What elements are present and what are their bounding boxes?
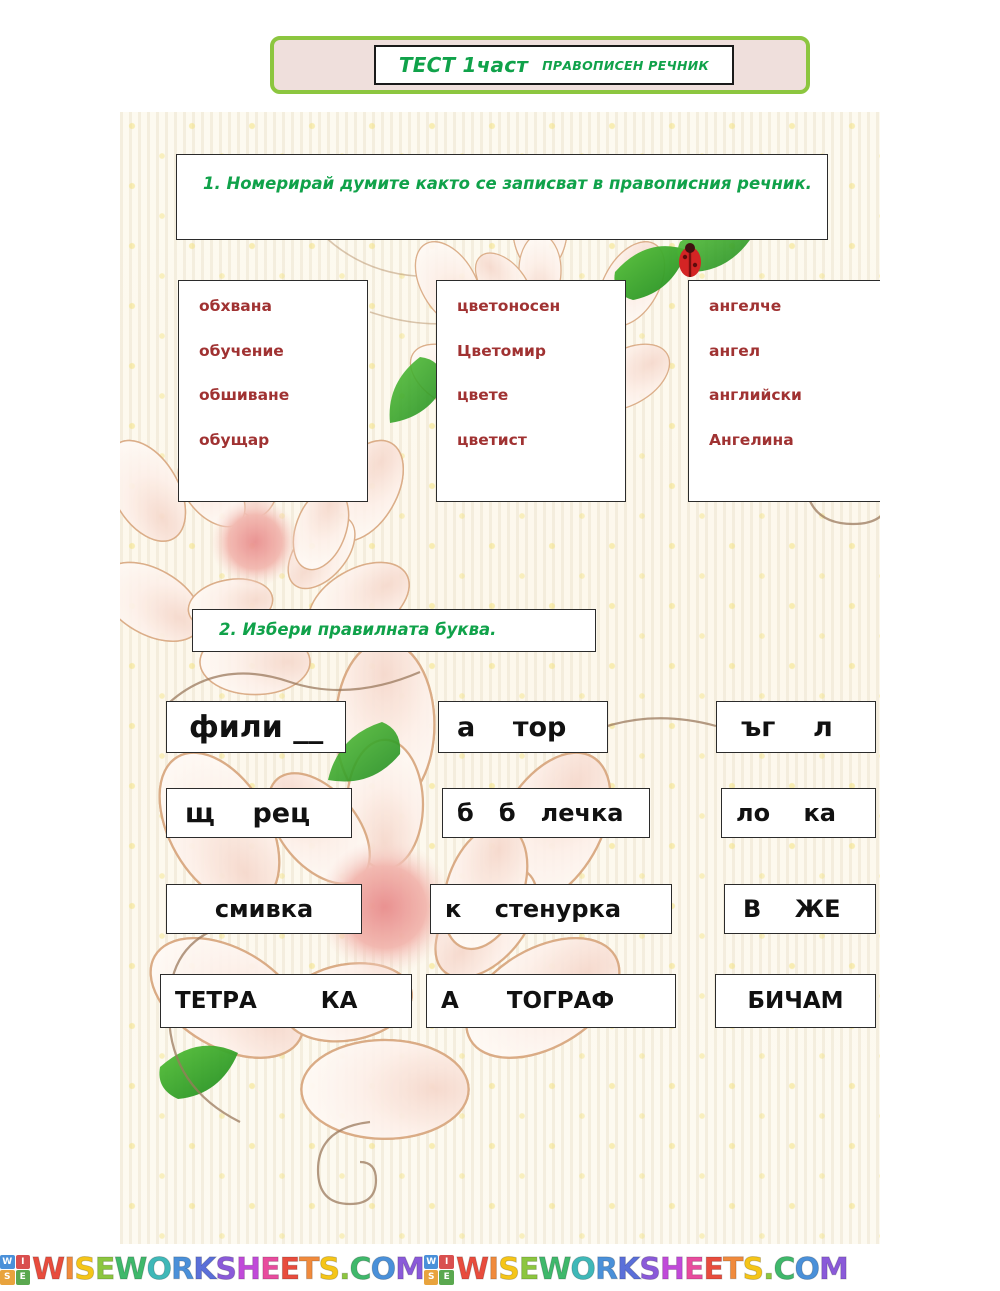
word-item[interactable]: английски bbox=[709, 387, 880, 404]
answer-box-r3c3[interactable]: В ЖЕ bbox=[724, 884, 876, 934]
page-title: ТЕСТ 1част bbox=[398, 53, 529, 77]
watermark-instance-2: W I S E WISEWORKSHEETS.COM bbox=[423, 1251, 849, 1287]
exercise-2-instruction-text: 2. Избери правилната буква. bbox=[219, 620, 497, 639]
exercise-1-instruction-box: 1. Номерирай думите както се записват в … bbox=[176, 154, 828, 240]
exercise-2-instruction-box: 2. Избери правилната буква. bbox=[192, 609, 596, 652]
logo-letter-s: S bbox=[423, 1270, 439, 1285]
word-column-3: ангелче ангел английски Ангелина bbox=[688, 280, 880, 502]
word-item[interactable]: обшиване bbox=[199, 387, 367, 404]
answer-box-r3c2[interactable]: к стенурка bbox=[430, 884, 672, 934]
header-title-plate: ТЕСТ 1част ПРАВОПИСЕН РЕЧНИК bbox=[374, 45, 734, 85]
answer-box-r2c3[interactable]: ло ка bbox=[721, 788, 876, 838]
answer-box-r4c3[interactable]: БИЧАМ bbox=[715, 974, 876, 1028]
word-item[interactable]: ангел bbox=[709, 343, 880, 360]
answer-box-r3c1[interactable]: смивка bbox=[166, 884, 362, 934]
logo-letter-w: W bbox=[423, 1254, 439, 1269]
watermark-text-1: WISEWORKSHEETS.COM bbox=[31, 1251, 425, 1287]
word-item[interactable]: цветист bbox=[457, 432, 625, 449]
word-column-2: цветоносен Цветомир цвете цветист bbox=[436, 280, 626, 502]
answer-box-r4c1[interactable]: ТЕТРА КА bbox=[160, 974, 412, 1028]
watermark-text-2: WISEWORKSHEETS.COM bbox=[455, 1251, 849, 1287]
logo-letter-i: I bbox=[15, 1254, 30, 1269]
word-item[interactable]: обхвана bbox=[199, 298, 367, 315]
wise-logo-icon: W I S E bbox=[423, 1254, 454, 1285]
answer-box-r2c1[interactable]: щ рец bbox=[166, 788, 352, 838]
word-item[interactable]: обучение bbox=[199, 343, 367, 360]
answer-box-r4c2[interactable]: А ТОГРАФ bbox=[426, 974, 676, 1028]
word-column-1: обхвана обучение обшиване обущар bbox=[178, 280, 368, 502]
word-item[interactable]: цвете bbox=[457, 387, 625, 404]
logo-letter-e: E bbox=[15, 1270, 30, 1285]
answer-box-r1c2[interactable]: а тор bbox=[438, 701, 608, 753]
word-item[interactable]: цветоносен bbox=[457, 298, 625, 315]
logo-letter-s: S bbox=[0, 1270, 15, 1285]
answer-box-r1c1[interactable]: фили __ bbox=[166, 701, 346, 753]
word-item[interactable]: Цветомир bbox=[457, 343, 625, 360]
page-subtitle: ПРАВОПИСЕН РЕЧНИК bbox=[542, 57, 710, 73]
answer-box-r1c3[interactable]: ъг л bbox=[716, 701, 876, 753]
word-item[interactable]: ангелче bbox=[709, 298, 880, 315]
word-item[interactable]: Ангелина bbox=[709, 432, 880, 449]
logo-letter-i: I bbox=[439, 1254, 454, 1269]
wise-logo-icon: W I S E bbox=[0, 1254, 30, 1285]
watermark-instance-1: W I S E WISEWORKSHEETS.COM bbox=[0, 1251, 425, 1287]
footer-watermark: W I S E WISEWORKSHEETS.COM W I S E WISEW… bbox=[0, 1248, 1000, 1291]
exercise-1-instruction-text: 1. Номерирай думите както се записват в … bbox=[203, 174, 812, 193]
logo-letter-e: E bbox=[439, 1270, 454, 1285]
word-item[interactable]: обущар bbox=[199, 432, 367, 449]
answer-box-r2c2[interactable]: б б лечка bbox=[442, 788, 650, 838]
worksheet-canvas: 1. Номерирай думите както се записват в … bbox=[120, 112, 880, 1244]
logo-letter-w: W bbox=[0, 1254, 15, 1269]
